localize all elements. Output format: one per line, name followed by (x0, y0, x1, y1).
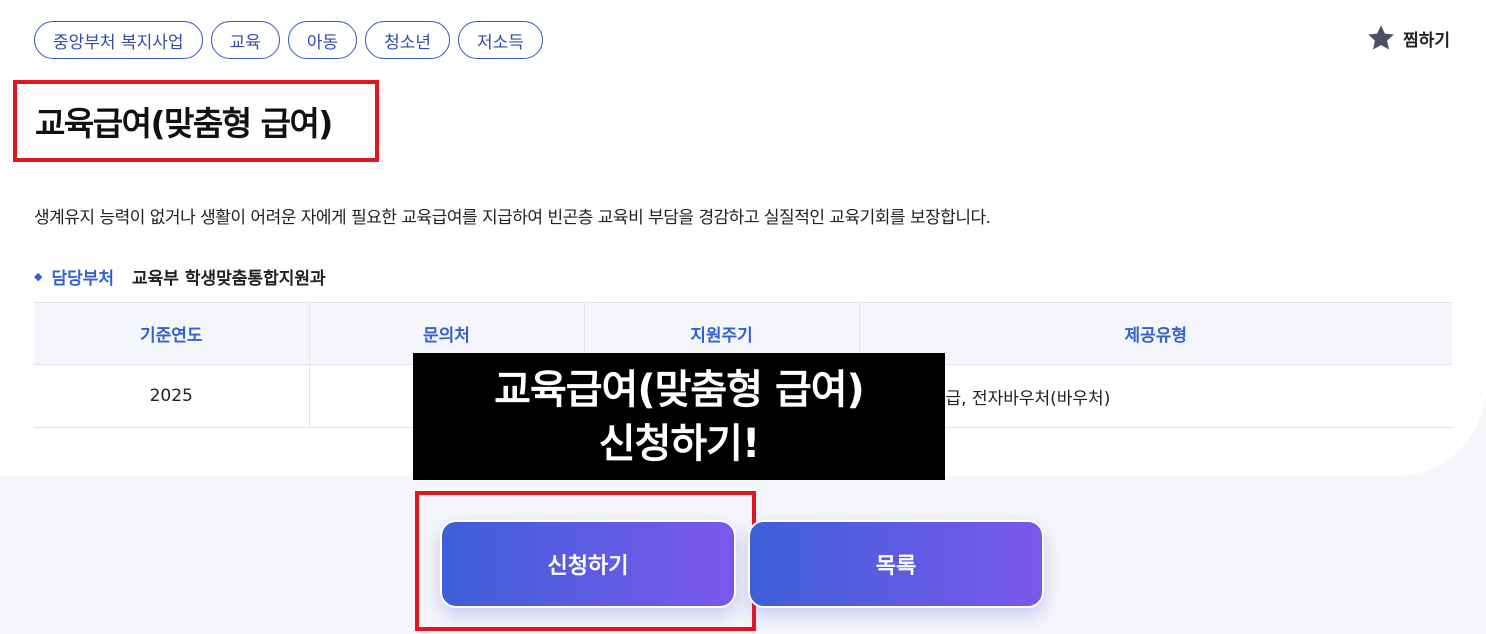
tag-youth[interactable]: 청소년 (365, 21, 451, 59)
tag-education[interactable]: 교육 (210, 21, 280, 59)
cell-base-year: 2025 (34, 364, 310, 428)
tag-low-income[interactable]: 저소득 (458, 21, 543, 59)
overlay-line-1: 교육급여(맞춤형 급여) (494, 366, 865, 413)
list-button[interactable]: 목록 (748, 520, 1044, 608)
service-description: 생계유지 능력이 없거나 생활이 어려운 자에게 필요한 교육급여를 지급하여 … (34, 208, 991, 228)
page-title: 교육급여(맞춤형 급여) (35, 104, 333, 143)
tag-child[interactable]: 아동 (287, 21, 358, 59)
overlay-caption: 교육급여(맞춤형 급여) 신청하기! (413, 353, 945, 480)
title-highlight-box: 교육급여(맞춤형 급여) (13, 80, 379, 162)
cell-provision-type: 급, 전자바우처(바우처) (859, 364, 1452, 428)
tag-list: 중앙부처 복지사업 교육 아동 청소년 저소득 (34, 21, 543, 59)
header-base-year: 기준연도 (34, 302, 310, 365)
department-value: 교육부 학생맞춤통합지원과 (132, 269, 326, 289)
department-label: 담당부처 (51, 269, 115, 289)
overlay-line-2: 신청하기! (598, 420, 760, 467)
favorite-button[interactable]: 찜하기 (1365, 22, 1450, 54)
tag-central-welfare[interactable]: 중앙부처 복지사업 (34, 21, 203, 59)
department-row: ◆ 담당부처 교육부 학생맞춤통합지원과 (34, 264, 326, 289)
apply-button[interactable]: 신청하기 (440, 520, 736, 608)
diamond-bullet-icon: ◆ (34, 270, 43, 283)
favorite-label: 찜하기 (1403, 30, 1450, 51)
header-provision-type: 제공유형 (859, 302, 1452, 365)
star-icon (1368, 25, 1394, 50)
